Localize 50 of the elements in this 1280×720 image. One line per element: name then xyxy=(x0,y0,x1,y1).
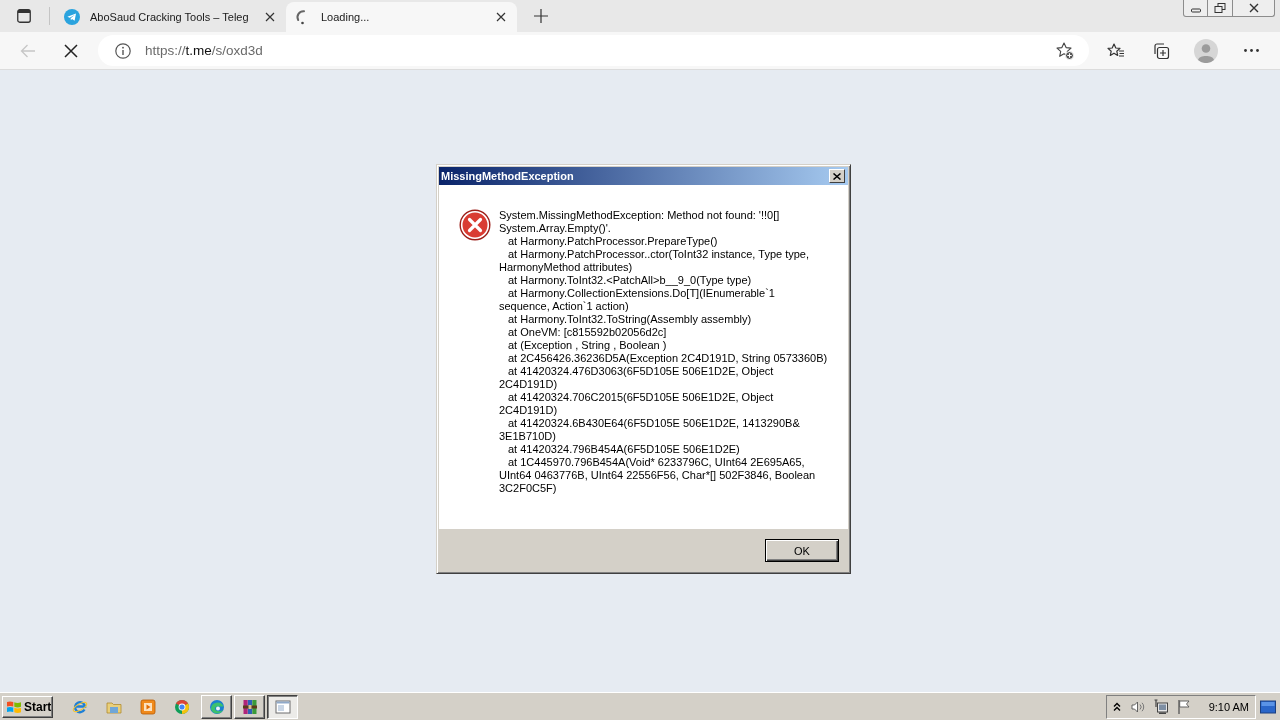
close-icon xyxy=(265,12,275,22)
swirl-icon xyxy=(208,698,225,715)
restore-button[interactable] xyxy=(1208,0,1233,17)
close-icon xyxy=(833,172,841,180)
error-icon xyxy=(459,209,491,241)
circle-logo-icon xyxy=(174,698,190,715)
stack-trace-line: at 2C456426.36236D5A(Exception 2C4D191D, String 0573360B) xyxy=(507,352,828,365)
taskbar-window-button[interactable] xyxy=(267,694,298,719)
avatar-icon xyxy=(1194,38,1218,63)
stack-trace-line: at Harmony.PatchProcessor..ctor(ToInt32 instance, Type type, HarmonyMethod attributes) xyxy=(499,248,811,274)
dialog-close-button[interactable] xyxy=(829,169,845,183)
dialog-title: MissingMethodException xyxy=(441,170,574,182)
more-icon xyxy=(1243,49,1259,52)
stack-trace-line: at Harmony.ToInt32.<PatchAll>b__9_0(Type type) xyxy=(507,274,753,287)
add-favorite-button[interactable] xyxy=(1055,40,1075,61)
tab-actions-icon xyxy=(17,9,31,23)
flag-icon[interactable] xyxy=(1175,698,1192,715)
window-icon xyxy=(274,698,291,715)
stacked-books-icon xyxy=(241,698,258,715)
browser-tab[interactable]: Loading... xyxy=(286,2,517,32)
play-icon xyxy=(140,698,156,715)
stack-trace-line: at 1C445970.796B454A(Void* 6233796C, UInt64 2E695A65, UInt64 0463776B, UInt64 22556F56, Char*[] 502F3846, Boolean 3C2F0C5F) xyxy=(499,456,817,495)
close-icon xyxy=(496,12,506,22)
stack-trace-line: at 41420324.6B430E64(6F5D105E 506E1D2E, 1413290B& 3E1B710D) xyxy=(499,417,801,443)
e-ring-icon xyxy=(72,698,88,715)
stack-trace-line: at 41420324.706C2015(6F5D105E 506E1D2E, Object 2C4D191D) xyxy=(499,391,775,417)
show-desktop-icon[interactable] xyxy=(1260,698,1276,715)
error-message: System.MissingMethodException: Method not found: '!!0[] System.Array.Empty()'. xyxy=(499,209,781,235)
stack-trace-line: at Harmony.CollectionExtensions.Do[T](IEnumerable`1 sequence, Action`1 action) xyxy=(499,287,776,313)
stack-trace-line: at Harmony.ToInt32.ToString(Assembly assembly) xyxy=(507,313,753,326)
close-window-button[interactable] xyxy=(1233,0,1275,17)
stack-trace-line: at OneVM: [c815592b02056d2c] xyxy=(507,326,668,339)
collections-icon xyxy=(1152,41,1170,60)
start-logo-icon xyxy=(6,698,22,715)
restore-icon xyxy=(1214,3,1226,13)
start-button[interactable]: Start xyxy=(2,695,53,718)
clock-text[interactable]: 9:10 AM xyxy=(1208,700,1249,713)
stack-trace-line: at 41420324.796B454A(6F5D105E 506E1D2E) xyxy=(507,443,741,456)
browser-tab[interactable]: AboSaud Cracking Tools – Teleg xyxy=(55,2,286,32)
plus-icon xyxy=(534,9,548,23)
ok-button[interactable]: OK xyxy=(765,539,839,562)
stack-trace-line: at 41420324.476D3063(6F5D105E 506E1D2E, Object 2C4D191D) xyxy=(499,365,775,391)
stack-trace-line: at Harmony.PatchProcessor.PrepareType() xyxy=(507,235,719,248)
info-icon xyxy=(115,42,131,59)
star-list-icon xyxy=(1107,41,1125,60)
address-bar[interactable]: https://t.me/s/oxd3d xyxy=(98,35,1089,66)
stack-trace-line: at (Exception , String , Boolean ) xyxy=(507,339,668,352)
star-plus-icon xyxy=(1055,40,1075,61)
network-icon[interactable] xyxy=(1152,698,1169,715)
close-icon xyxy=(1247,3,1260,13)
